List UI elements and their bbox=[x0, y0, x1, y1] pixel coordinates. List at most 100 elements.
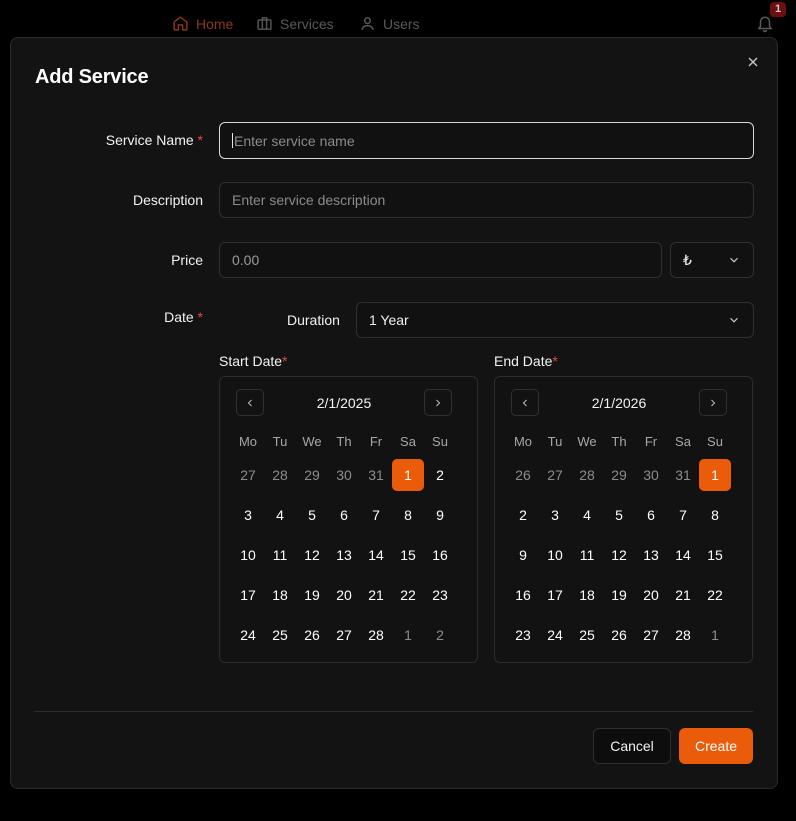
calendar-day[interactable]: 23 bbox=[507, 615, 539, 655]
calendar-day[interactable]: 27 bbox=[635, 615, 667, 655]
nav-home[interactable]: Home bbox=[172, 15, 233, 32]
calendar-day[interactable]: 26 bbox=[507, 455, 539, 495]
chevron-right-icon bbox=[711, 399, 716, 406]
calendar-day[interactable]: 7 bbox=[667, 495, 699, 535]
calendar-day[interactable]: 28 bbox=[360, 615, 392, 655]
end-date-calendar: 2/1/2026 Mo Tu We Th Fr Sa Su 26 27 28 29 30 31 1 2 3 4 5… bbox=[494, 376, 753, 663]
calendar-day[interactable]: 13 bbox=[328, 535, 360, 575]
calendar-day[interactable]: 22 bbox=[699, 575, 731, 615]
service-name-input[interactable]: Enter service name bbox=[219, 122, 754, 159]
text-caret bbox=[232, 133, 233, 148]
calendar-day[interactable]: 30 bbox=[328, 455, 360, 495]
calendar-day[interactable]: 2 bbox=[424, 455, 456, 495]
calendar-day[interactable]: 11 bbox=[571, 535, 603, 575]
calendar-day[interactable]: 3 bbox=[232, 495, 264, 535]
calendar-day[interactable]: 12 bbox=[603, 535, 635, 575]
currency-select[interactable]: ₺ bbox=[670, 242, 754, 278]
calendar-day[interactable]: 14 bbox=[667, 535, 699, 575]
calendar-day[interactable]: 29 bbox=[603, 455, 635, 495]
calendar-day[interactable]: 1 bbox=[392, 615, 424, 655]
service-name-label: Service Name * bbox=[105, 132, 203, 148]
calendar-day[interactable]: 7 bbox=[360, 495, 392, 535]
calendar-day[interactable]: 31 bbox=[360, 455, 392, 495]
calendar-day[interactable]: 8 bbox=[392, 495, 424, 535]
calendar-day[interactable]: 24 bbox=[232, 615, 264, 655]
price-label: Price bbox=[171, 252, 203, 268]
calendar-day[interactable]: 19 bbox=[296, 575, 328, 615]
price-input[interactable]: 0.00 bbox=[219, 242, 662, 278]
next-month-button[interactable] bbox=[424, 389, 452, 416]
calendar-day[interactable]: 28 bbox=[571, 455, 603, 495]
calendar-day[interactable]: 20 bbox=[328, 575, 360, 615]
calendar-day[interactable]: 28 bbox=[264, 455, 296, 495]
calendar-day[interactable]: 27 bbox=[232, 455, 264, 495]
calendar-day[interactable]: 21 bbox=[360, 575, 392, 615]
calendar-day[interactable]: 3 bbox=[539, 495, 571, 535]
calendar-day[interactable]: 25 bbox=[571, 615, 603, 655]
calendar-day[interactable]: 4 bbox=[264, 495, 296, 535]
calendar-day[interactable]: 17 bbox=[539, 575, 571, 615]
calendar-day[interactable]: 17 bbox=[232, 575, 264, 615]
calendar-day[interactable]: 1 bbox=[699, 615, 731, 655]
notification-badge: 1 bbox=[770, 2, 786, 17]
nav-users[interactable]: Users bbox=[359, 15, 420, 32]
calendar-day[interactable]: 9 bbox=[424, 495, 456, 535]
calendar-day[interactable]: 28 bbox=[667, 615, 699, 655]
calendar-day[interactable]: 11 bbox=[264, 535, 296, 575]
weekday-header: Tu bbox=[547, 433, 563, 449]
calendar-day[interactable]: 10 bbox=[232, 535, 264, 575]
calendar-day-selected[interactable]: 1 bbox=[699, 455, 731, 495]
calendar-day[interactable]: 16 bbox=[424, 535, 456, 575]
calendar-day[interactable]: 27 bbox=[539, 455, 571, 495]
calendar-day[interactable]: 20 bbox=[635, 575, 667, 615]
calendar-day[interactable]: 8 bbox=[699, 495, 731, 535]
calendar-day[interactable]: 26 bbox=[603, 615, 635, 655]
calendar-day[interactable]: 30 bbox=[635, 455, 667, 495]
calendar-day[interactable]: 14 bbox=[360, 535, 392, 575]
calendar-day[interactable]: 31 bbox=[667, 455, 699, 495]
calendar-title: 2/1/2025 bbox=[316, 395, 372, 411]
calendar-day[interactable]: 26 bbox=[296, 615, 328, 655]
calendar-header: 2/1/2026 bbox=[511, 389, 727, 417]
close-icon[interactable] bbox=[745, 54, 761, 70]
calendar-day[interactable]: 2 bbox=[507, 495, 539, 535]
calendar-grid: Mo Tu We Th Fr Sa Su 26 27 28 29 30 31 1 2 3 4 5 6 7 8 9 10 11 1… bbox=[507, 427, 731, 655]
calendar-day[interactable]: 6 bbox=[328, 495, 360, 535]
required-mark: * bbox=[197, 309, 203, 325]
description-label: Description bbox=[132, 192, 203, 208]
bell-icon[interactable] bbox=[756, 15, 774, 33]
calendar-day[interactable]: 2 bbox=[424, 615, 456, 655]
chevron-down-icon bbox=[730, 317, 738, 323]
calendar-day[interactable]: 5 bbox=[296, 495, 328, 535]
calendar-day[interactable]: 12 bbox=[296, 535, 328, 575]
nav-services[interactable]: Services bbox=[256, 15, 334, 32]
create-button[interactable]: Create bbox=[679, 728, 753, 764]
calendar-day[interactable]: 18 bbox=[264, 575, 296, 615]
calendar-day[interactable]: 15 bbox=[392, 535, 424, 575]
calendar-header: 2/1/2025 bbox=[236, 389, 452, 417]
calendar-day[interactable]: 18 bbox=[571, 575, 603, 615]
calendar-day[interactable]: 15 bbox=[699, 535, 731, 575]
calendar-day[interactable]: 4 bbox=[571, 495, 603, 535]
calendar-day[interactable]: 25 bbox=[264, 615, 296, 655]
cancel-button[interactable]: Cancel bbox=[593, 728, 671, 764]
duration-select[interactable]: 1 Year bbox=[356, 302, 754, 338]
calendar-day[interactable]: 9 bbox=[507, 535, 539, 575]
dialog-title: Add Service bbox=[35, 66, 149, 88]
calendar-day[interactable]: 6 bbox=[635, 495, 667, 535]
calendar-day[interactable]: 24 bbox=[539, 615, 571, 655]
weekday-header: Fr bbox=[644, 433, 658, 449]
calendar-day[interactable]: 16 bbox=[507, 575, 539, 615]
calendar-day[interactable]: 10 bbox=[539, 535, 571, 575]
calendar-day[interactable]: 13 bbox=[635, 535, 667, 575]
calendar-day[interactable]: 29 bbox=[296, 455, 328, 495]
calendar-day-selected[interactable]: 1 bbox=[392, 455, 424, 495]
calendar-day[interactable]: 22 bbox=[392, 575, 424, 615]
description-input[interactable]: Enter service description bbox=[219, 182, 754, 218]
calendar-day[interactable]: 23 bbox=[424, 575, 456, 615]
calendar-day[interactable]: 21 bbox=[667, 575, 699, 615]
calendar-day[interactable]: 5 bbox=[603, 495, 635, 535]
next-month-button[interactable] bbox=[699, 389, 727, 416]
calendar-day[interactable]: 27 bbox=[328, 615, 360, 655]
calendar-day[interactable]: 19 bbox=[603, 575, 635, 615]
